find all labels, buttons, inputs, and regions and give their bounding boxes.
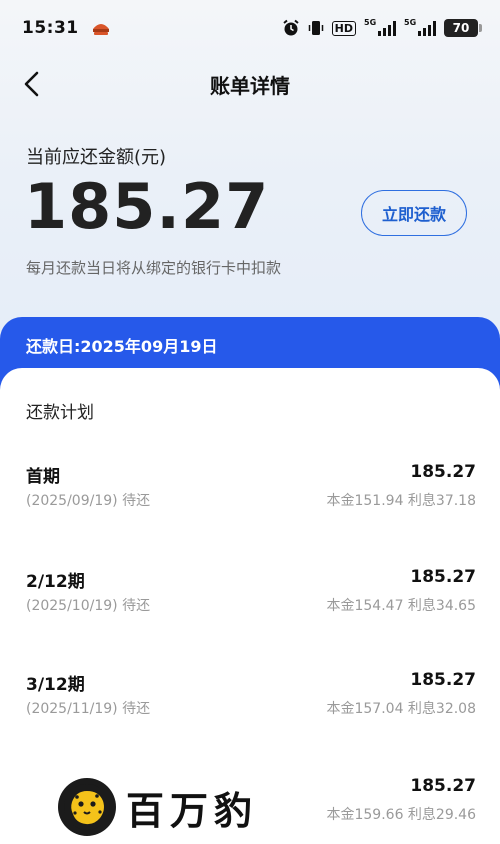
plan-row[interactable]: 3/12期 185.27 (2025/11/19) 待还 本金157.04 利息… <box>0 670 500 730</box>
vibrate-icon <box>308 19 324 37</box>
notification-app-icon <box>91 19 111 37</box>
leopard-logo-icon <box>58 778 116 836</box>
network-type-1: 5G <box>364 18 377 27</box>
row-date-status: (2025/11/19) 待还 <box>26 701 151 717</box>
row-term: 2/12期 <box>26 572 85 592</box>
row-term: 首期 <box>26 467 60 487</box>
nav-bar: 账单详情 <box>0 56 500 112</box>
battery-indicator: 70 <box>444 19 482 37</box>
amount-due-value: 185.27 <box>24 170 270 243</box>
plan-row[interactable]: 2/12期 185.27 (2025/10/19) 待还 本金154.47 利息… <box>0 567 500 627</box>
pay-now-button[interactable]: 立即还款 <box>361 190 467 236</box>
status-bar: 15:31 HD 5G 5G 70 <box>0 0 500 56</box>
plan-title: 还款计划 <box>26 403 94 423</box>
row-principal-interest: 本金159.66 利息29.46 <box>326 807 476 823</box>
page-title: 账单详情 <box>210 73 290 98</box>
row-principal-interest: 本金154.47 利息34.65 <box>326 598 476 614</box>
row-amount: 185.27 <box>410 462 476 482</box>
status-time: 15:31 <box>22 18 79 38</box>
hd-badge: HD <box>331 20 356 36</box>
chevron-left-icon <box>24 71 39 97</box>
due-date-text: 还款日:2025年09月19日 <box>26 337 218 356</box>
amount-due-label: 当前应还金额(元) <box>26 147 167 168</box>
row-amount: 185.27 <box>410 776 476 796</box>
signal-icon-1: 5G <box>364 18 396 36</box>
network-type-2: 5G <box>404 18 417 27</box>
row-date-status: (2025/09/19) 待还 <box>26 493 151 509</box>
signal-icon-2: 5G <box>404 18 436 36</box>
row-principal-interest: 本金151.94 利息37.18 <box>326 493 476 509</box>
row-principal-interest: 本金157.04 利息32.08 <box>326 701 476 717</box>
row-term: 3/12期 <box>26 675 85 695</box>
row-amount: 185.27 <box>410 567 476 587</box>
back-button[interactable] <box>14 66 50 102</box>
repayment-plan-card: 还款计划 首期 185.27 (2025/09/19) 待还 本金151.94 … <box>0 368 500 844</box>
row-amount: 185.27 <box>410 670 476 690</box>
row-date-status: (2025/10/19) 待还 <box>26 598 151 614</box>
brand-watermark: 百万豹 <box>58 778 258 836</box>
brand-name: 百万豹 <box>126 787 259 833</box>
alarm-icon <box>282 19 300 37</box>
auto-debit-note: 每月还款当日将从绑定的银行卡中扣款 <box>26 259 282 277</box>
plan-row[interactable]: 首期 185.27 (2025/09/19) 待还 本金151.94 利息37.… <box>0 462 500 522</box>
